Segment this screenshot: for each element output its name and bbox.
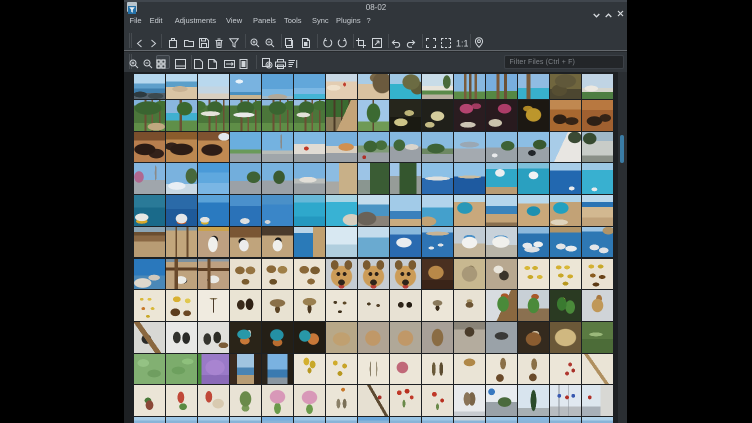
svg-text:1:1: 1:1: [456, 38, 468, 48]
